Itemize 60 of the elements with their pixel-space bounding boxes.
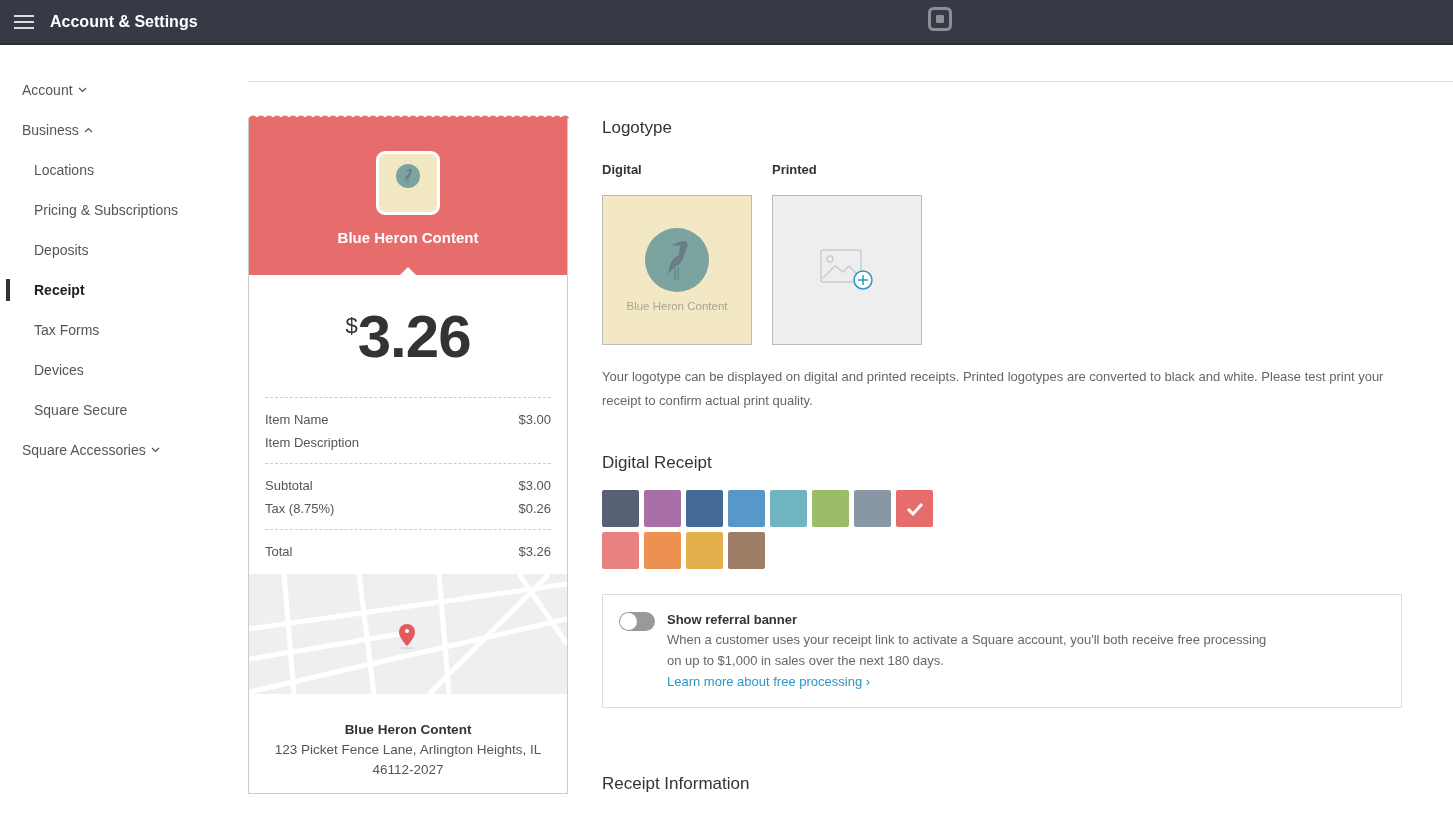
sidebar-item[interactable]: Business [22,122,93,138]
line-label: Item Description [265,434,359,450]
color-swatch[interactable] [854,490,891,527]
sidebar-item[interactable]: Devices [34,362,84,378]
address-line: 46112-2027 [372,762,444,777]
logo-label: Digital [602,162,643,177]
toggle-switch[interactable] [619,612,655,631]
menu-icon[interactable] [14,14,34,29]
map-pin-icon [398,623,416,649]
line-amount: $0.26 [518,500,551,516]
address-line: 123 Picket Fence Lane, Arlington Heights, IL [274,742,542,757]
chevron-up-icon [83,127,93,133]
chevron-down-icon [150,447,160,453]
logotype-description: Your logotype can be displayed on digital and printed receipts. Printed logotypes are converted to black and white. Please test print your receipt to confirm actual print quality. [602,368,1385,410]
line-label: Tax (8.75%) [265,500,335,516]
printed-logo-upload[interactable] [772,195,922,345]
sidebar-item[interactable]: Square Accessories [22,442,160,458]
sidebar-item[interactable]: Receipt [34,282,85,298]
sidebar-item[interactable]: Deposits [34,242,89,258]
currency-symbol: $ [345,313,358,338]
line-amount: $3.00 [518,477,551,493]
line-label: Item Name [265,411,329,427]
color-swatch[interactable] [602,490,639,527]
sidebar-item[interactable]: Tax Forms [34,322,100,338]
referral-description: When a customer uses your receipt link to activate a Square account, you'll both receive free processing on up to $1,000 in sales over the next 180 days. [667,631,1267,670]
business-name: Blue Heron Content [344,722,472,737]
line-label: Subtotal [265,477,313,493]
sidebar-item[interactable]: Account [22,82,87,98]
section-title: Digital Receipt [602,453,713,473]
sidebar-item[interactable]: Locations [34,162,94,178]
color-swatch[interactable] [602,532,639,569]
color-swatch[interactable] [728,490,765,527]
business-name: Blue Heron Content [337,229,479,246]
section-title: Receipt Information [602,774,751,794]
referral-title: Show referral banner [667,612,799,627]
receipt-notch [400,267,416,275]
color-swatch[interactable] [686,490,723,527]
checkmark-icon [905,501,924,516]
color-swatch[interactable] [812,490,849,527]
line-label: Total [265,543,293,559]
page-title: Account & Settings [50,12,198,31]
heron-logo-icon [396,164,420,188]
add-image-icon [819,248,875,292]
logo-text: Blue Heron Content [626,300,728,312]
heron-logo-icon [645,228,709,292]
color-swatch[interactable] [770,490,807,527]
square-logo-icon[interactable] [928,7,952,31]
section-title: Logotype [602,118,673,138]
line-amount: $3.00 [518,411,551,427]
color-swatch[interactable] [728,532,765,569]
chevron-down-icon [77,87,87,93]
line-amount: $3.26 [518,543,551,559]
sidebar-item[interactable]: Square Secure [34,402,128,418]
color-swatch[interactable] [896,490,933,527]
color-swatch[interactable] [644,490,681,527]
color-swatch[interactable] [686,532,723,569]
logo-label: Printed [772,162,818,177]
sidebar-item[interactable]: Pricing & Subscriptions [34,202,178,218]
total-amount: 3.26 [357,307,471,367]
color-swatch[interactable] [644,532,681,569]
